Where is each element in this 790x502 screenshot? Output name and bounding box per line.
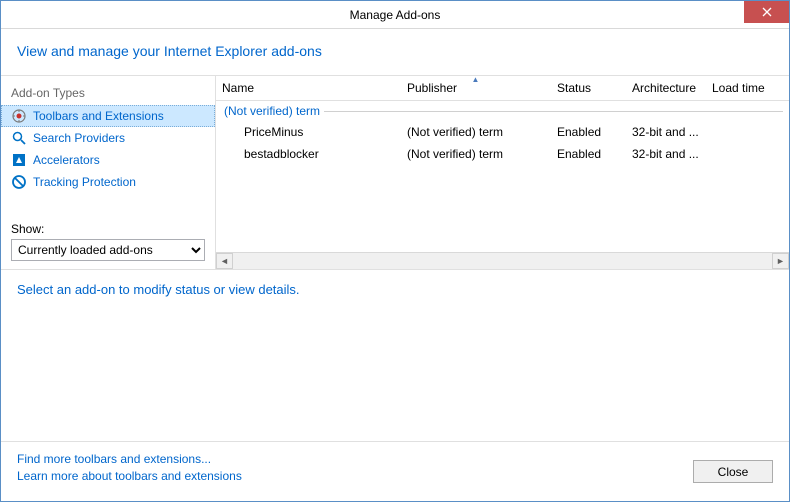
addon-list: Name ▲ Publisher Status Architecture Loa…	[216, 76, 789, 269]
column-status[interactable]: Status	[551, 76, 626, 100]
footer: Find more toolbars and extensions... Lea…	[1, 442, 789, 495]
group-header[interactable]: (Not verified) term	[216, 101, 789, 121]
sidebar-item-label: Toolbars and Extensions	[33, 109, 164, 123]
titlebar: Manage Add-ons	[1, 1, 789, 29]
table-row[interactable]: bestadblocker (Not verified) term Enable…	[216, 143, 789, 165]
main-area: Add-on Types Toolbars and Extensions Sea…	[1, 76, 789, 269]
scroll-left-button[interactable]: ◄	[216, 253, 233, 269]
sidebar-item-label: Search Providers	[33, 131, 125, 145]
table-row[interactable]: PriceMinus (Not verified) term Enabled 3…	[216, 121, 789, 143]
sidebar-item-accelerators[interactable]: Accelerators	[1, 149, 215, 171]
footer-links: Find more toolbars and extensions... Lea…	[17, 452, 242, 483]
show-label: Show:	[11, 222, 205, 236]
cell-status: Enabled	[551, 145, 626, 163]
cell-architecture: 32-bit and ...	[626, 123, 706, 141]
window-title: Manage Add-ons	[350, 8, 441, 22]
cell-status: Enabled	[551, 123, 626, 141]
cell-name: PriceMinus	[216, 123, 401, 141]
find-more-link[interactable]: Find more toolbars and extensions...	[17, 452, 242, 466]
details-pane: Select an add-on to modify status or vie…	[1, 269, 789, 442]
page-title: View and manage your Internet Explorer a…	[17, 43, 773, 59]
sidebar-item-label: Tracking Protection	[33, 175, 136, 189]
cell-publisher: (Not verified) term	[401, 123, 551, 141]
show-dropdown[interactable]: Currently loaded add-ons	[11, 239, 205, 261]
column-publisher[interactable]: ▲ Publisher	[401, 76, 551, 100]
cell-publisher: (Not verified) term	[401, 145, 551, 163]
toolbars-icon	[11, 108, 27, 124]
accelerators-icon	[11, 152, 27, 168]
cell-load-time	[706, 145, 776, 163]
tracking-protection-icon	[11, 174, 27, 190]
close-button[interactable]: Close	[693, 460, 773, 483]
learn-more-link[interactable]: Learn more about toolbars and extensions	[17, 469, 242, 483]
page-header: View and manage your Internet Explorer a…	[1, 29, 789, 76]
sidebar-item-toolbars[interactable]: Toolbars and Extensions	[1, 105, 215, 127]
table-body: (Not verified) term PriceMinus (Not veri…	[216, 101, 789, 252]
cell-architecture: 32-bit and ...	[626, 145, 706, 163]
scroll-right-button[interactable]: ►	[772, 253, 789, 269]
cell-load-time	[706, 123, 776, 141]
column-architecture[interactable]: Architecture	[626, 76, 706, 100]
cell-name: bestadblocker	[216, 145, 401, 163]
column-name[interactable]: Name	[216, 76, 401, 100]
sort-asc-icon: ▲	[472, 76, 480, 84]
show-section: Show: Currently loaded add-ons	[1, 222, 215, 261]
sidebar: Add-on Types Toolbars and Extensions Sea…	[1, 76, 216, 269]
sidebar-item-label: Accelerators	[33, 153, 100, 167]
sidebar-item-search[interactable]: Search Providers	[1, 127, 215, 149]
scroll-track[interactable]	[233, 253, 772, 269]
search-icon	[11, 130, 27, 146]
table-header: Name ▲ Publisher Status Architecture Loa…	[216, 76, 789, 101]
window-close-button[interactable]	[744, 1, 789, 23]
close-icon	[762, 7, 772, 17]
column-load-time[interactable]: Load time	[706, 76, 776, 100]
addon-types-label: Add-on Types	[1, 84, 215, 105]
details-hint: Select an add-on to modify status or vie…	[17, 282, 773, 297]
horizontal-scrollbar[interactable]: ◄ ►	[216, 252, 789, 269]
sidebar-item-tracking[interactable]: Tracking Protection	[1, 171, 215, 193]
